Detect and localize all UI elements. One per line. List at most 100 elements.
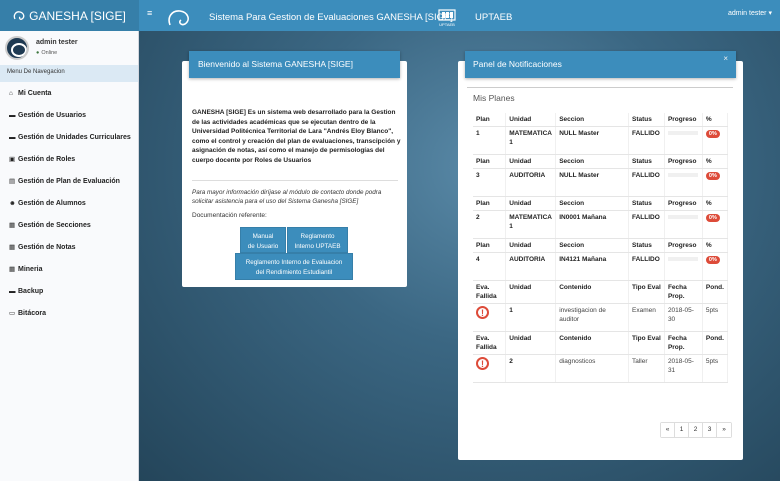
plan-seccion: NULL Master — [555, 168, 629, 197]
eval-warning: ! — [473, 354, 507, 383]
user-name: admin tester — [36, 39, 78, 46]
sidebar-item-label: Mi Cuenta — [18, 89, 52, 97]
user-menu[interactable]: admin tester ▾ — [728, 9, 772, 17]
reglamento-uptaeb-button[interactable]: Reglamento Interno UPTAEB — [287, 227, 348, 253]
nav-header: Menu De Navegacion — [0, 65, 138, 82]
sidebar-item-1[interactable]: ▬ Gestión de Usuarios — [0, 104, 138, 126]
sidebar-item-9[interactable]: ▬ Backup — [0, 280, 138, 302]
pager-page-button[interactable]: 2 — [689, 423, 703, 437]
progress-bar — [667, 131, 698, 136]
eval-pond: 5pts — [702, 303, 729, 332]
sidebar-item-label: Gestión de Alumnos — [18, 199, 86, 207]
sidebar-item-10[interactable]: ▭ Bitácora — [0, 302, 138, 324]
plan-id: 3 — [473, 168, 507, 197]
sidebar-item-6[interactable]: ▦ Gestión de Secciones — [0, 214, 138, 236]
plan-pct: 0% — [702, 126, 729, 155]
column-header-seccion: Seccion — [555, 238, 629, 253]
section-divider — [467, 87, 733, 88]
students-icon: ☻ — [9, 199, 16, 207]
column-header-pct: % — [702, 154, 729, 169]
plan-progress — [664, 252, 703, 281]
column-header-pct: % — [702, 196, 729, 211]
reglamento-evaluacion-line1: Reglamento Interno de Evaluacion — [245, 259, 343, 266]
manual-usuario-button[interactable]: Manual de Usuario — [240, 227, 286, 253]
column-header-fecha: Fecha Prop. — [664, 331, 703, 355]
welcome-description: GANESHA [SIGE] Es un sistema web desarro… — [192, 109, 401, 164]
plan-status: FALLIDO — [628, 210, 665, 239]
sidebar-item-label: Gestión de Plan de Evaluación — [18, 177, 120, 185]
column-header-fecha: Fecha Prop. — [664, 280, 703, 304]
plan-status: FALLIDO — [628, 168, 665, 197]
eval-tipo: Examen — [628, 303, 665, 332]
sidebar-item-label: Backup — [18, 287, 44, 295]
column-header-pct: % — [702, 113, 729, 127]
caret-down-icon: ▾ — [768, 10, 772, 17]
swirl-logo-icon — [168, 10, 189, 26]
column-header-pond: Pond. — [702, 280, 729, 304]
plan-id: 1 — [473, 126, 507, 155]
eval-fecha: 2018-05-31 — [664, 354, 703, 383]
welcome-title: Bienvenido al Sistema GANESHA [SIGE] — [189, 51, 400, 78]
plan-status: FALLIDO — [628, 126, 665, 155]
sidebar-item-4[interactable]: ▤ Gestión de Plan de Evaluación — [0, 170, 138, 192]
column-header-unidad: Unidad — [505, 196, 557, 211]
column-header-unidad: Unidad — [505, 238, 557, 253]
column-header-plan: Plan — [473, 113, 507, 127]
sidebar-item-0[interactable]: ⌂ Mi Cuenta — [0, 82, 138, 104]
column-header-status: Status — [628, 113, 665, 127]
table-row[interactable]: ! 1 investigacion de auditor Examen 2018-05-… — [473, 303, 729, 332]
plan-unidad: AUDITORIA — [505, 252, 557, 281]
sidebar-toggle-icon[interactable]: ≡ — [147, 8, 152, 18]
plans-table: Plan Unidad Seccion Status Progreso% 1 MATEMAT… — [473, 113, 729, 383]
warning-icon: ! — [476, 306, 489, 319]
book-icon: ▬ — [9, 133, 16, 141]
sidebar-item-5[interactable]: ☻ Gestión de Alumnos — [0, 192, 138, 214]
table-row[interactable]: 3 AUDITORIA NULL Master FALLIDO 0% — [473, 168, 729, 197]
sidebar-item-3[interactable]: ▣ Gestión de Roles — [0, 148, 138, 170]
uptaeb-label: UPTAEB — [475, 12, 513, 23]
brand-logo[interactable]: GANESHA [SIGE] — [0, 0, 139, 31]
user-panel: admin tester ● Online — [0, 31, 138, 65]
nav-list: ⌂ Mi Cuenta ▬ Gestión de Usuarios ▬ Gestión d… — [0, 82, 138, 324]
pager-page-button[interactable]: 3 — [703, 423, 717, 437]
pager-next-button[interactable]: » — [717, 423, 731, 437]
column-header-eva: Eva. Fallida — [473, 280, 507, 304]
brand-text: GANESHA [SIGE] — [29, 8, 126, 23]
sidebar-item-label: Bitácora — [18, 309, 47, 317]
plan-progress — [664, 168, 703, 197]
plan-progress — [664, 126, 703, 155]
progress-bar — [667, 173, 698, 178]
status-badge: 0% — [705, 172, 720, 180]
pager-page-button[interactable]: 1 — [675, 423, 689, 437]
close-icon[interactable]: × — [723, 54, 728, 63]
reglamento-evaluacion-button[interactable]: Reglamento Interno de Evaluacion del Ren… — [235, 253, 353, 280]
backup-icon: ▬ — [9, 287, 16, 295]
warning-icon: ! — [476, 357, 489, 370]
table-row[interactable]: 1 MATEMATICA 1 NULL Master FALLIDO 0% — [473, 126, 729, 155]
table-row[interactable]: ! 2 diagnosticos Taller 2018-05-31 5pts — [473, 354, 729, 383]
user-status-label: Online — [41, 50, 58, 56]
sections-icon: ▦ — [9, 222, 16, 229]
top-navbar: GANESHA [SIGE] ≡ Sistema Para Gestion de… — [0, 0, 780, 31]
column-header-progreso: Progreso — [664, 113, 703, 127]
pager-prev-button[interactable]: « — [661, 423, 675, 437]
sidebar-item-label: Gestión de Notas — [18, 243, 76, 251]
plan-seccion: IN0001 Mañana — [555, 210, 629, 239]
column-header-progreso: Progreso — [664, 154, 703, 169]
eval-tipo: Taller — [628, 354, 665, 383]
system-title: Sistema Para Gestion de Evaluaciones GAN… — [209, 12, 453, 23]
status-badge: 0% — [705, 256, 720, 264]
table-row[interactable]: 2 MATEMATICA 1 IN0001 Mañana FALLIDO 0% — [473, 210, 729, 239]
eval-pond: 5pts — [702, 354, 729, 383]
plan-unidad: MATEMATICA 1 — [505, 126, 557, 155]
sidebar-item-8[interactable]: ▦ Mineria — [0, 258, 138, 280]
column-header-eva: Eva. Fallida — [473, 331, 507, 355]
sidebar-item-7[interactable]: ▦ Gestión de Notas — [0, 236, 138, 258]
eval-fecha: 2018-05-30 — [664, 303, 703, 332]
column-header-status: Status — [628, 154, 665, 169]
sidebar-item-2[interactable]: ▬ Gestión de Unidades Curriculares — [0, 126, 138, 148]
table-row[interactable]: 4 AUDITORIA IN4121 Mañana FALLIDO 0% — [473, 252, 729, 281]
user-menu-label: admin tester — [728, 10, 767, 17]
mining-icon: ▦ — [9, 266, 16, 273]
home-icon: ⌂ — [9, 89, 13, 97]
